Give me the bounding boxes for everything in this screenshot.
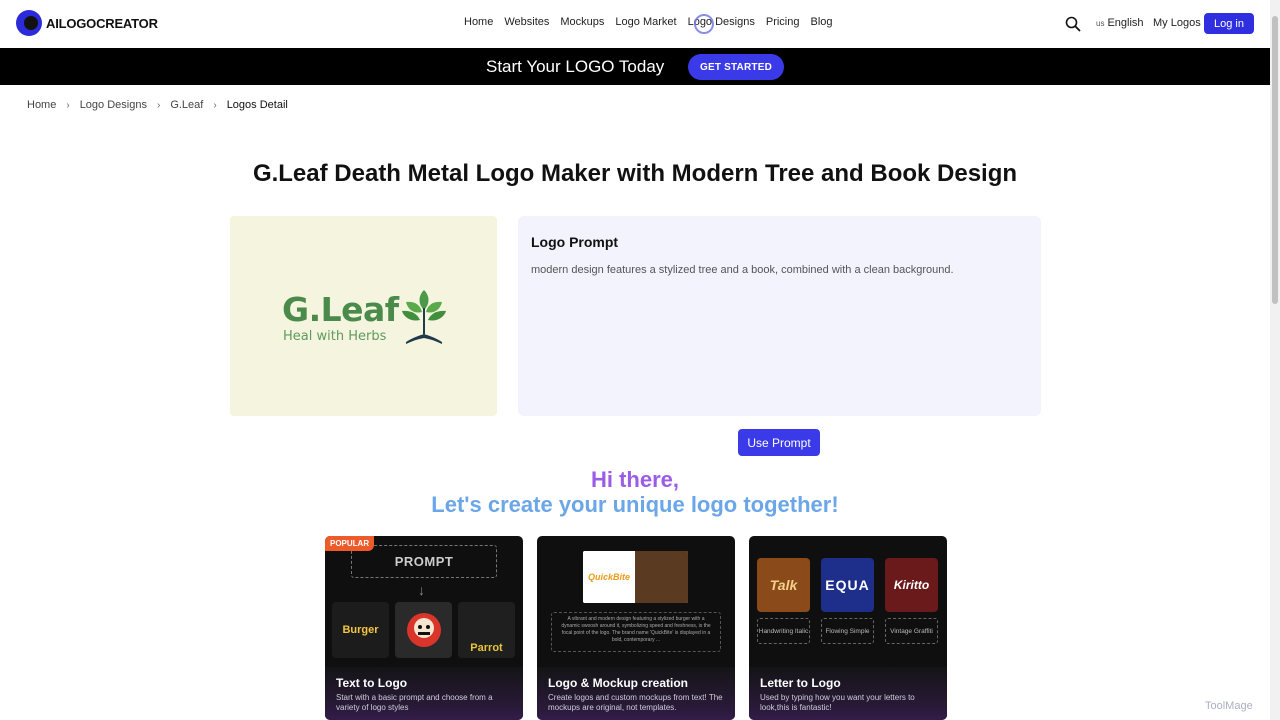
quickbite-logo: QuickBite: [583, 551, 635, 603]
page-title: G.Leaf Death Metal Logo Maker with Moder…: [252, 160, 1018, 187]
breadcrumb-gleaf[interactable]: G.Leaf: [170, 99, 203, 111]
card-description: Start with a basic prompt and choose fro…: [336, 693, 493, 712]
arrow-down-icon: ↓: [418, 582, 425, 598]
style-label-vintage: Vintage Graffiti: [885, 618, 938, 644]
chevron-right-icon: ›: [213, 99, 217, 111]
equa-logo-tile: EQUA: [821, 558, 874, 612]
cursor-indicator: [694, 14, 714, 34]
style-label-handwriting: Handwriting Italic: [757, 618, 810, 644]
card-description: Used by typing how you want your letters…: [760, 693, 915, 712]
brand-logo-icon: [16, 10, 42, 36]
banner-text: Start Your LOGO Today: [486, 57, 665, 76]
nav-home[interactable]: Home: [464, 16, 493, 28]
quickbite-mockup-image: QuickBite: [583, 551, 688, 603]
breadcrumb-logo-designs[interactable]: Logo Designs: [80, 99, 147, 111]
parrot-logo-tile: Parrot: [458, 602, 515, 658]
language-selector[interactable]: us English: [1096, 17, 1144, 29]
style-label-flowing: Flowing Simple: [821, 618, 874, 644]
nav-pricing[interactable]: Pricing: [766, 16, 800, 28]
scrollbar-thumb[interactable]: [1272, 16, 1278, 304]
card-text-to-logo[interactable]: PROMPT ↓ Burger Parrot POPULAR Text to L…: [325, 536, 523, 720]
brand-logo[interactable]: AILOGOCREATOR: [16, 10, 158, 36]
us-flag-icon: us: [1096, 19, 1105, 28]
brand-name: AILOGOCREATOR: [46, 15, 158, 31]
breadcrumb: Home › Logo Designs › G.Leaf › Logos Det…: [27, 99, 288, 111]
nav-logo-market[interactable]: Logo Market: [615, 16, 676, 28]
nav-websites[interactable]: Websites: [504, 16, 549, 28]
card-title: Logo & Mockup creation: [548, 676, 689, 690]
logo-preview: G.Leaf Heal with Herbs: [230, 216, 497, 416]
watermark: ToolMage: [1205, 700, 1253, 712]
get-started-button[interactable]: GET STARTED: [688, 54, 784, 80]
prompt-text: modern design features a stylized tree a…: [531, 264, 954, 276]
graffiti-logo-tile: Kiritto: [885, 558, 938, 612]
burger-logo-tile: Burger: [332, 602, 389, 658]
my-logos-link[interactable]: My Logos: [1153, 17, 1201, 29]
mascot-icon: [406, 613, 441, 647]
mascot-logo-tile: [395, 602, 452, 658]
chevron-right-icon: ›: [66, 99, 70, 111]
nav-blog[interactable]: Blog: [810, 16, 832, 28]
breadcrumb-current: Logos Detail: [226, 99, 288, 111]
preview-brand-text: G.Leaf: [282, 290, 399, 329]
preview-tagline: Heal with Herbs: [283, 329, 387, 344]
use-prompt-button[interactable]: Use Prompt: [738, 429, 820, 456]
login-button[interactable]: Log in: [1204, 13, 1254, 34]
card-letter-to-logo[interactable]: Talk EQUA Kiritto Handwriting Italic Flo…: [749, 536, 947, 720]
search-icon[interactable]: [1065, 16, 1081, 32]
greeting-line-2: Let's create your unique logo together!: [431, 492, 839, 517]
tree-book-icon: [402, 290, 446, 344]
card-prompt-label: PROMPT: [351, 545, 497, 578]
mockup-prompt-text: A vibrant and modern design featuring a …: [551, 612, 721, 652]
language-label: English: [1107, 17, 1144, 29]
popular-badge: POPULAR: [325, 536, 375, 551]
card-title: Text to Logo: [336, 676, 408, 690]
card-logo-mockup[interactable]: QuickBite A vibrant and modern design fe…: [537, 536, 735, 720]
talk-logo-tile: Talk: [757, 558, 810, 612]
logo-prompt-panel: Logo Prompt modern design features a sty…: [518, 216, 1041, 416]
main-nav: Home Websites Mockups Logo Market Logo D…: [464, 16, 833, 28]
breadcrumb-home[interactable]: Home: [27, 99, 56, 111]
promo-banner: Start Your LOGO Today GET STARTED: [0, 48, 1270, 85]
prompt-title: Logo Prompt: [531, 234, 619, 250]
nav-mockups[interactable]: Mockups: [560, 16, 604, 28]
storefront-image: [635, 551, 688, 603]
greeting-line-1: Hi there,: [590, 467, 680, 492]
card-description: Create logos and custom mockups from tex…: [548, 693, 723, 712]
card-title: Letter to Logo: [760, 676, 841, 690]
chevron-right-icon: ›: [156, 99, 161, 111]
